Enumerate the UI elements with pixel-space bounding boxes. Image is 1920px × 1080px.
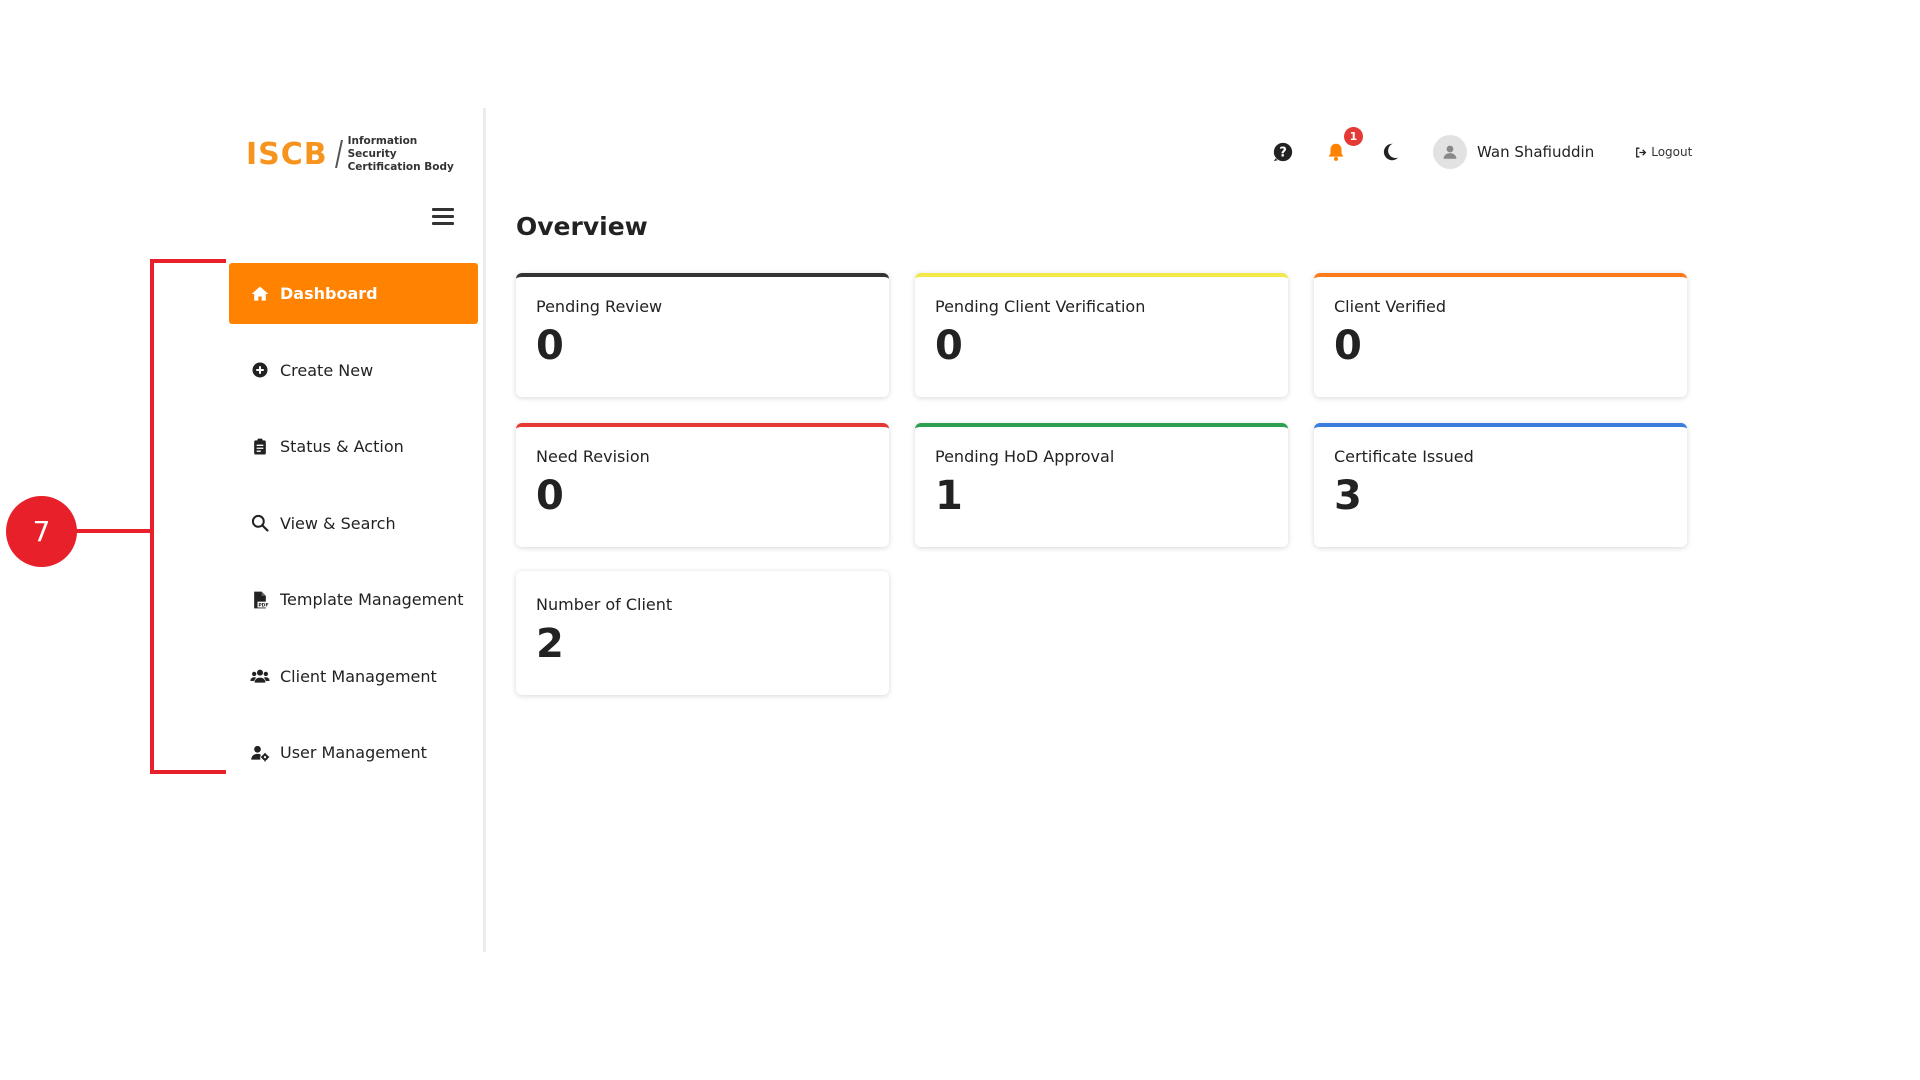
annotation-callout: 7 xyxy=(6,496,77,567)
sidebar-item-label: Create New xyxy=(280,360,374,380)
sidebar-item-label: Dashboard xyxy=(280,284,378,303)
sidebar-item-view-search[interactable]: View & Search xyxy=(229,493,478,554)
sidebar-item-status-action[interactable]: Status & Action xyxy=(229,416,478,477)
logout-button[interactable]: Logout xyxy=(1634,145,1692,159)
help-icon[interactable]: ? xyxy=(1270,139,1296,165)
clipboard-icon xyxy=(249,436,271,458)
card-title: Pending HoD Approval xyxy=(935,447,1115,466)
annotation-connector xyxy=(72,529,152,533)
card-value: 0 xyxy=(1334,323,1362,369)
stat-card-need-revision[interactable]: Need Revision 0 xyxy=(516,423,889,547)
sidebar-item-client-management[interactable]: Client Management xyxy=(229,646,478,707)
logo-line-2: Certification Body xyxy=(347,160,454,173)
annotation-bracket xyxy=(150,259,226,774)
card-value: 2 xyxy=(536,621,564,667)
sidebar-item-dashboard[interactable]: Dashboard xyxy=(229,263,478,324)
logo-mark: ISCB xyxy=(246,136,328,172)
sidebar-nav: Dashboard Create New Status & Action Vie… xyxy=(229,263,478,799)
search-icon xyxy=(249,512,271,534)
home-icon xyxy=(249,283,271,305)
sidebar-item-create-new[interactable]: Create New xyxy=(229,340,478,401)
card-value: 3 xyxy=(1334,473,1362,519)
page-title: Overview xyxy=(516,212,648,241)
stat-card-certificate-issued[interactable]: Certificate Issued 3 xyxy=(1314,423,1687,547)
username[interactable]: Wan Shafiuddin xyxy=(1477,143,1594,161)
sidebar-item-label: User Management xyxy=(280,743,427,762)
svg-text:?: ? xyxy=(1279,146,1286,161)
notification-bell-icon[interactable]: 1 xyxy=(1323,127,1363,165)
stat-card-pending-client-verification[interactable]: Pending Client Verification 0 xyxy=(915,273,1288,397)
sidebar-item-label: Status & Action xyxy=(280,437,404,456)
dark-mode-moon-icon[interactable] xyxy=(1377,139,1403,165)
card-title: Pending Review xyxy=(536,297,663,316)
sidebar-item-label: View & Search xyxy=(280,513,396,533)
card-value: 0 xyxy=(536,323,564,369)
sidebar-item-user-management[interactable]: User Management xyxy=(229,722,478,783)
stat-card-number-of-client[interactable]: Number of Client 2 xyxy=(516,571,889,695)
hamburger-menu-icon[interactable] xyxy=(432,208,454,226)
sidebar-item-label: Client Management xyxy=(280,666,437,686)
header-toolbar: ? 1 Wan Shafiuddin Logout xyxy=(1270,127,1692,169)
pdf-file-icon: PDF xyxy=(249,589,271,611)
card-value: 0 xyxy=(536,473,564,519)
card-title: Pending Client Verification xyxy=(935,297,1146,316)
plus-circle-icon xyxy=(249,359,271,381)
logout-label: Logout xyxy=(1651,145,1693,159)
logout-icon xyxy=(1636,147,1647,157)
avatar[interactable] xyxy=(1433,135,1467,169)
sidebar-item-label: Template Management xyxy=(280,590,464,609)
users-icon xyxy=(249,665,271,687)
svg-text:PDF: PDF xyxy=(258,602,268,608)
notification-badge: 1 xyxy=(1344,127,1363,146)
card-title: Client Verified xyxy=(1334,297,1447,316)
stat-card-pending-hod-approval[interactable]: Pending HoD Approval 1 xyxy=(915,423,1288,547)
logo-text: Information Security Certification Body xyxy=(348,135,466,174)
logo-line-1: Information Security xyxy=(347,134,418,160)
card-title: Certificate Issued xyxy=(1334,447,1474,466)
card-value: 1 xyxy=(935,473,963,519)
user-gear-icon xyxy=(249,742,271,764)
card-title: Number of Client xyxy=(536,595,673,614)
stat-card-pending-review[interactable]: Pending Review 0 xyxy=(516,273,889,397)
iscb-logo[interactable]: ISCB Information Security Certification … xyxy=(246,135,466,174)
card-value: 0 xyxy=(935,323,963,369)
sidebar-item-template-management[interactable]: PDF Template Management xyxy=(229,569,478,630)
stat-card-client-verified[interactable]: Client Verified 0 xyxy=(1314,273,1687,397)
logo-divider xyxy=(334,140,343,168)
card-title: Need Revision xyxy=(536,447,650,466)
